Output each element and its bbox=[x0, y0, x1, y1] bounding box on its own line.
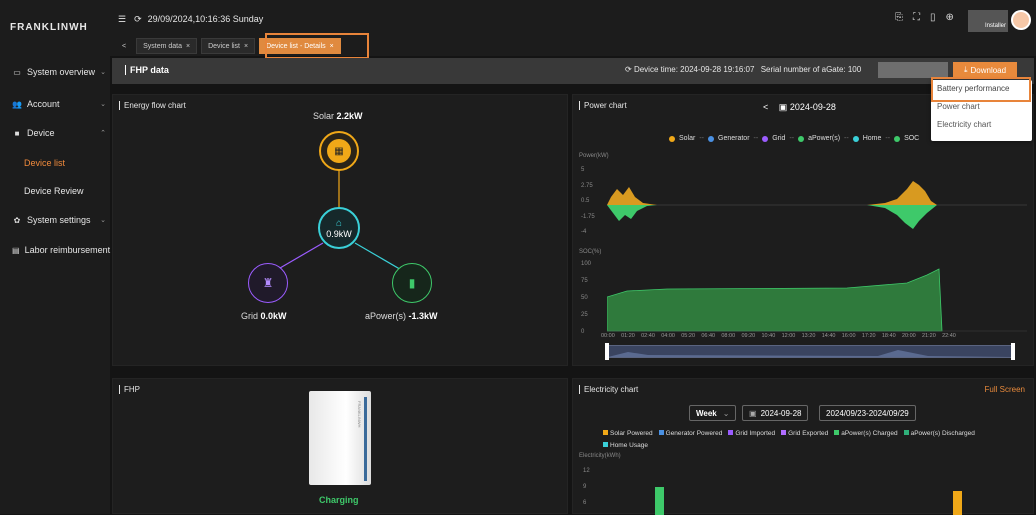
energy-flow-panel: Energy flow chart Solar 2.2kW ▦ ⌂ 0.9kW … bbox=[112, 94, 568, 366]
calendar-icon: ▣ bbox=[749, 408, 757, 418]
tab-system-data[interactable]: System data × bbox=[136, 38, 198, 54]
sidebar-item-device-review[interactable]: Device Review bbox=[0, 177, 110, 205]
grid-tower-icon: ♜ bbox=[262, 276, 274, 290]
electricity-date-picker[interactable]: ▣ 2024-09-28 bbox=[742, 405, 809, 421]
close-icon[interactable]: × bbox=[244, 43, 248, 50]
serial-number: Serial number of aGate: 100 bbox=[760, 65, 862, 74]
battery-icon: ▮ bbox=[408, 276, 416, 290]
power-date[interactable]: 2024-09-28 bbox=[790, 102, 836, 112]
zoom-handle-right[interactable] bbox=[1011, 343, 1015, 360]
serial-redacted bbox=[878, 62, 948, 78]
fullscreen-icon[interactable]: ⛶ bbox=[913, 12, 920, 23]
logo: FRANKLINWH bbox=[10, 22, 88, 33]
datetime: 29/09/2024,10:16:36 Sunday bbox=[147, 14, 264, 24]
chevron-down-icon: ⌄ bbox=[722, 408, 730, 418]
monitor-icon: ▭ bbox=[13, 67, 21, 77]
electricity-chart-panel: Electricity chart Full Screen Week ⌄ ▣ 202… bbox=[572, 378, 1034, 515]
bar-solar-powered bbox=[953, 491, 962, 515]
highlight-box bbox=[265, 33, 369, 59]
power-chart-plot bbox=[607, 181, 1027, 229]
highlight-box bbox=[931, 77, 1031, 102]
sidebar-item-system-settings[interactable]: ✿ System settings ⌄ bbox=[0, 206, 110, 234]
power-date-nav: < ▣ 2024-09-28 bbox=[763, 102, 836, 113]
tab-back[interactable]: < bbox=[116, 38, 132, 54]
zoom-slider[interactable] bbox=[607, 345, 1013, 358]
fhp-data-title: FHP data bbox=[125, 65, 169, 75]
sidebar-item-system-overview[interactable]: ▭ System overview ⌄ bbox=[0, 58, 110, 86]
download-button[interactable]: ⤓ Download bbox=[953, 62, 1017, 78]
home-icon: ⌂ bbox=[335, 217, 343, 229]
sidebar-item-account[interactable]: 👥 Account ⌄ bbox=[0, 90, 110, 118]
fhp-device-image: FRANKLINWH bbox=[309, 391, 371, 485]
fhp-title: FHP bbox=[119, 385, 140, 394]
solar-panel-icon: ▦ bbox=[327, 139, 351, 163]
sidebar-item-device[interactable]: ■ Device ⌃ bbox=[0, 119, 110, 147]
grid-label: Grid 0.0kW bbox=[241, 311, 287, 321]
electricity-legend: Solar Powered Generator Powered Grid Imp… bbox=[603, 430, 975, 437]
bar-apower-charged bbox=[655, 487, 664, 515]
users-icon: 👥 bbox=[12, 99, 22, 109]
refresh-icon[interactable]: ⟳ bbox=[134, 14, 142, 24]
tab-device-list[interactable]: Device list × bbox=[201, 38, 256, 54]
gear-icon: ✿ bbox=[13, 215, 21, 225]
device-time-row: ⟳ Device time: 2024-09-28 19:16:07 Seria… bbox=[625, 65, 861, 74]
fhp-status: Charging bbox=[319, 495, 359, 505]
electricity-axis-ticks: 12 9 6 bbox=[583, 468, 590, 506]
soc-axis-ticks: 100 75 50 25 0 bbox=[581, 261, 592, 335]
device-icon[interactable]: ▯ bbox=[930, 12, 936, 23]
menu-toggle-icon[interactable]: ☰ bbox=[118, 14, 126, 24]
chevron-down-icon: ⌄ bbox=[100, 217, 106, 224]
avatar[interactable] bbox=[1011, 10, 1031, 30]
soc-chart-plot bbox=[607, 268, 1027, 332]
close-icon[interactable]: × bbox=[186, 43, 190, 50]
electricity-chart-title: Electricity chart bbox=[579, 385, 638, 394]
period-select[interactable]: Week ⌄ bbox=[689, 405, 737, 421]
power-legend: Solar -- Generator -- Grid -- aPower(s) -- H… bbox=[669, 135, 919, 142]
export-icon[interactable]: ⎘ bbox=[895, 12, 903, 23]
menu-item-electricity-chart[interactable]: Electricity chart bbox=[931, 116, 1032, 134]
solar-node: ▦ bbox=[319, 131, 359, 171]
apower-label: aPower(s) -1.3kW bbox=[365, 311, 438, 321]
device-time: Device time: 2024-09-28 19:16:07 bbox=[633, 65, 755, 74]
refresh-icon[interactable]: ⟳ bbox=[625, 65, 632, 74]
chevron-up-icon: ⌃ bbox=[100, 130, 106, 137]
fhp-panel: FHP FRANKLINWH Charging bbox=[112, 378, 568, 514]
prev-date-button[interactable]: < bbox=[763, 102, 768, 112]
sidebar-item-labor-reimbursement[interactable]: ▤ Labor reimbursement bbox=[0, 236, 110, 264]
home-node: ⌂ 0.9kW bbox=[318, 207, 360, 249]
date-range-display: 2024/09/23-2024/09/29 bbox=[819, 405, 916, 421]
download-icon: ⤓ bbox=[963, 65, 968, 74]
grid-node: ♜ bbox=[248, 263, 288, 303]
full-screen-link[interactable]: Full Screen bbox=[985, 385, 1025, 394]
soc-axis-title: SOC(%) bbox=[579, 249, 602, 255]
solar-label: Solar 2.2kW bbox=[313, 111, 363, 121]
power-x-ticks: 00:00 01:20 02:40 04:00 05:20 06:40 08:00 09:20… bbox=[601, 333, 956, 339]
power-axis-title: Power(kW) bbox=[579, 153, 609, 159]
datetime-row: ☰ ⟳ 29/09/2024,10:16:36 Sunday bbox=[118, 14, 263, 25]
calendar-icon: ▣ bbox=[778, 102, 788, 112]
apower-node: ▮ bbox=[392, 263, 432, 303]
power-axis-ticks: 5 2.75 0.5 -1.75 -4 bbox=[581, 167, 595, 235]
power-chart-title: Power chart bbox=[579, 101, 627, 110]
user-role: Installer bbox=[985, 23, 1007, 29]
electricity-legend-row2: Home Usage bbox=[603, 442, 648, 449]
electricity-axis-title: Electricity(kWh) bbox=[579, 453, 621, 459]
sidebar-item-device-list[interactable]: Device list bbox=[0, 149, 110, 177]
globe-icon[interactable]: ⊕ bbox=[946, 12, 954, 23]
zoom-handle-left[interactable] bbox=[605, 343, 609, 360]
receipt-icon: ▤ bbox=[12, 245, 20, 255]
chevron-down-icon: ⌄ bbox=[100, 69, 106, 76]
device-icon: ■ bbox=[14, 128, 20, 138]
chevron-down-icon: ⌄ bbox=[100, 101, 106, 108]
